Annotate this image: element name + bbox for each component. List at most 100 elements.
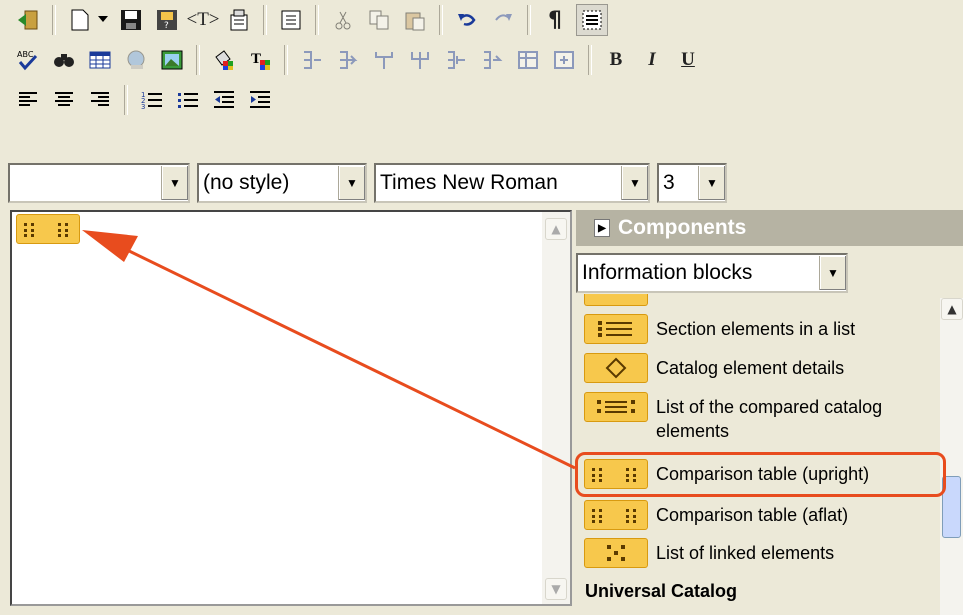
paragraph-icon: ¶ (548, 7, 562, 33)
component-item[interactable]: Comparison table (aflat) (584, 500, 848, 530)
font-select[interactable]: Times New Roman ▼ (374, 163, 650, 203)
new-document-dropdown[interactable] (96, 5, 110, 35)
component-item[interactable]: Catalog element details (584, 353, 844, 383)
table-properties-button[interactable] (513, 45, 543, 75)
chevron-down-icon[interactable]: ▼ (161, 166, 188, 200)
inserted-component-icon[interactable] (16, 214, 80, 244)
chevron-down-icon[interactable]: ▼ (621, 166, 648, 200)
toolbar-separator (263, 5, 267, 35)
exit-button[interactable] (13, 5, 43, 35)
paste-button[interactable] (400, 5, 430, 35)
toolbar-separator (124, 85, 128, 115)
panel-header[interactable]: ▶ Components (576, 210, 963, 246)
comparison-table-icon (24, 223, 68, 237)
insert-image-button[interactable] (157, 45, 187, 75)
cut-button[interactable] (328, 5, 358, 35)
page-view-button[interactable] (276, 5, 306, 35)
image-icon (161, 50, 183, 70)
spellcheck-button[interactable]: ABC (13, 45, 43, 75)
component-label: List of the compared catalog elements (656, 397, 883, 441)
insert-row-button[interactable] (333, 45, 363, 75)
bold-button[interactable]: B (601, 45, 631, 75)
split-cells-button[interactable] (405, 45, 435, 75)
text-color-button[interactable]: T (245, 45, 275, 75)
dropdown-arrow-icon (98, 16, 108, 22)
font-size-value: 3 (663, 171, 675, 194)
insert-table-button[interactable] (85, 45, 115, 75)
properties-icon (230, 9, 248, 31)
text-tag-button[interactable]: <T> (186, 5, 219, 35)
chevron-down-icon[interactable]: ▼ (819, 256, 846, 290)
bulleted-list-icon (178, 93, 198, 108)
find-icon (54, 54, 74, 67)
undo-button[interactable] (452, 5, 482, 35)
editor-area[interactable]: ▲ ▼ (10, 210, 572, 606)
table-split-icon (411, 52, 429, 69)
background-color-button[interactable] (209, 45, 239, 75)
table-insert-row-icon (340, 51, 358, 69)
bulleted-list-button[interactable] (173, 85, 203, 115)
align-right-button[interactable] (85, 85, 115, 115)
toolbar-separator (284, 45, 288, 75)
font-size-select[interactable]: 3 ▼ (657, 163, 727, 203)
table-col-left-icon (448, 51, 465, 69)
color-icon (215, 50, 233, 70)
paragraph-button[interactable]: ¶ (540, 5, 570, 35)
column-right-button[interactable] (477, 45, 507, 75)
save-as-button[interactable]: ? (152, 5, 182, 35)
chevron-up-icon[interactable]: ▲ (545, 218, 567, 240)
new-document-button[interactable] (65, 5, 95, 35)
properties-button[interactable] (224, 5, 254, 35)
align-center-button[interactable] (49, 85, 79, 115)
save-button[interactable] (116, 5, 146, 35)
underline-icon: U (681, 49, 695, 70)
block-format-select[interactable]: ▼ (8, 163, 190, 203)
component-label: Section elements in a list (656, 319, 856, 339)
svg-text:3: 3 (141, 103, 145, 110)
toolbar-insert: ABC T B I U (0, 40, 706, 80)
italic-button[interactable]: I (637, 45, 667, 75)
selection-highlight (575, 452, 946, 497)
section-header-universal-catalog[interactable]: Universal Catalog (585, 581, 737, 602)
category-select[interactable]: Information blocks ▼ (576, 253, 848, 293)
table-col-right-icon (484, 51, 503, 69)
underline-button[interactable]: U (673, 45, 703, 75)
find-button[interactable] (49, 45, 79, 75)
linked-elements-icon (584, 538, 648, 568)
components-panel: ▶ Components Information blocks ▼ Sectio… (576, 210, 963, 615)
indent-button[interactable] (245, 85, 275, 115)
redo-button[interactable] (488, 5, 518, 35)
spellcheck-icon: ABC (17, 50, 38, 71)
toolbar-separator (439, 5, 443, 35)
outdent-button[interactable] (209, 85, 239, 115)
component-item[interactable]: List of the compared catalog elements (584, 392, 941, 443)
toolbar-separator (588, 45, 592, 75)
panel-title: Components (618, 216, 747, 239)
merge-cells-button[interactable] (369, 45, 399, 75)
align-center-icon (55, 92, 73, 106)
bold-icon: B (609, 49, 623, 70)
chevron-up-icon[interactable]: ▲ (941, 298, 963, 320)
compare-list-icon (584, 392, 648, 422)
toolbar-separator (52, 5, 56, 35)
component-item[interactable]: Section elements in a list (584, 314, 855, 344)
copy-button[interactable] (364, 5, 394, 35)
chevron-down-icon[interactable]: ▼ (545, 578, 567, 600)
style-select[interactable]: (no style) ▼ (197, 163, 367, 203)
toolbar-main: ? <T> ¶ (0, 0, 611, 40)
cell-properties-button[interactable] (549, 45, 579, 75)
align-left-button[interactable] (13, 85, 43, 115)
numbered-list-button[interactable]: 123 (137, 85, 167, 115)
save-as-icon: ? (157, 10, 177, 31)
partial-component-icon[interactable] (584, 294, 648, 306)
insert-link-button[interactable] (121, 45, 151, 75)
borders-button[interactable] (576, 4, 608, 36)
chevron-down-icon[interactable]: ▼ (338, 166, 365, 200)
chevron-down-icon[interactable]: ▼ (698, 166, 725, 200)
editor-scrollbar[interactable]: ▲ ▼ (542, 212, 570, 604)
category-value: Information blocks (582, 261, 753, 284)
component-item[interactable]: List of linked elements (584, 538, 834, 568)
table-insert-col-icon (304, 51, 321, 69)
column-left-button[interactable] (441, 45, 471, 75)
insert-column-button[interactable] (297, 45, 327, 75)
